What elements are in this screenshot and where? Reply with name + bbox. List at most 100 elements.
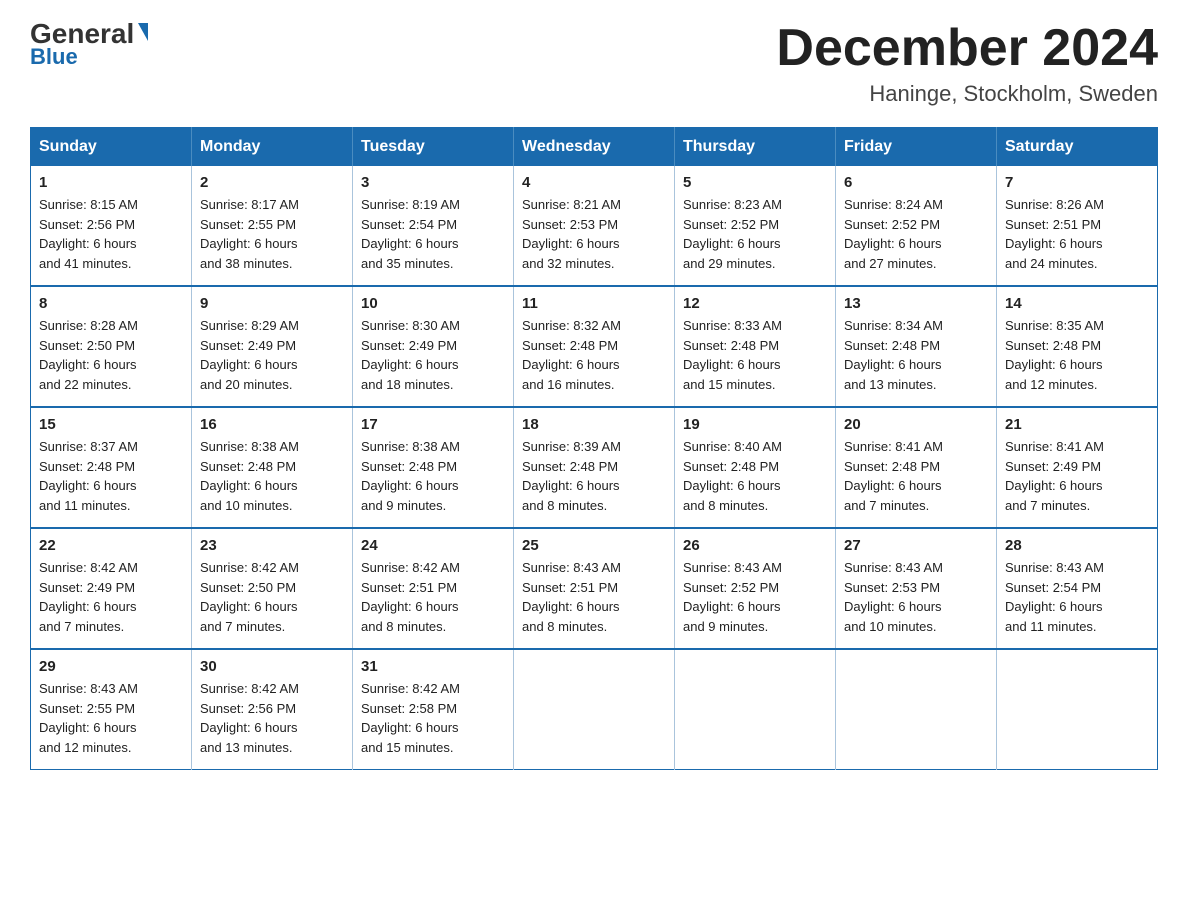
- calendar-week-row: 22 Sunrise: 8:42 AM Sunset: 2:49 PM Dayl…: [31, 528, 1158, 649]
- calendar-cell: 6 Sunrise: 8:24 AM Sunset: 2:52 PM Dayli…: [836, 166, 997, 286]
- calendar-cell: 7 Sunrise: 8:26 AM Sunset: 2:51 PM Dayli…: [997, 166, 1158, 286]
- calendar-week-row: 15 Sunrise: 8:37 AM Sunset: 2:48 PM Dayl…: [31, 407, 1158, 528]
- day-info: Sunrise: 8:15 AM Sunset: 2:56 PM Dayligh…: [39, 195, 183, 273]
- logo: General Blue: [30, 20, 148, 70]
- calendar-header-row: SundayMondayTuesdayWednesdayThursdayFrid…: [31, 128, 1158, 167]
- day-info: Sunrise: 8:33 AM Sunset: 2:48 PM Dayligh…: [683, 316, 827, 394]
- day-number: 3: [361, 174, 505, 191]
- calendar-cell: 3 Sunrise: 8:19 AM Sunset: 2:54 PM Dayli…: [353, 166, 514, 286]
- day-number: 15: [39, 416, 183, 433]
- day-number: 20: [844, 416, 988, 433]
- calendar-cell: 15 Sunrise: 8:37 AM Sunset: 2:48 PM Dayl…: [31, 407, 192, 528]
- day-number: 19: [683, 416, 827, 433]
- day-info: Sunrise: 8:42 AM Sunset: 2:50 PM Dayligh…: [200, 558, 344, 636]
- day-info: Sunrise: 8:34 AM Sunset: 2:48 PM Dayligh…: [844, 316, 988, 394]
- day-info: Sunrise: 8:38 AM Sunset: 2:48 PM Dayligh…: [200, 437, 344, 515]
- calendar-week-row: 8 Sunrise: 8:28 AM Sunset: 2:50 PM Dayli…: [31, 286, 1158, 407]
- calendar-cell: 27 Sunrise: 8:43 AM Sunset: 2:53 PM Dayl…: [836, 528, 997, 649]
- day-info: Sunrise: 8:42 AM Sunset: 2:51 PM Dayligh…: [361, 558, 505, 636]
- day-of-week-sunday: Sunday: [31, 128, 192, 167]
- logo-blue-text: Blue: [30, 44, 78, 70]
- calendar-cell: 24 Sunrise: 8:42 AM Sunset: 2:51 PM Dayl…: [353, 528, 514, 649]
- calendar-cell: 4 Sunrise: 8:21 AM Sunset: 2:53 PM Dayli…: [514, 166, 675, 286]
- day-number: 25: [522, 537, 666, 554]
- day-info: Sunrise: 8:37 AM Sunset: 2:48 PM Dayligh…: [39, 437, 183, 515]
- day-number: 17: [361, 416, 505, 433]
- day-of-week-friday: Friday: [836, 128, 997, 167]
- calendar-cell: [997, 649, 1158, 770]
- page-title: December 2024: [776, 20, 1158, 77]
- calendar-cell: 9 Sunrise: 8:29 AM Sunset: 2:49 PM Dayli…: [192, 286, 353, 407]
- day-number: 2: [200, 174, 344, 191]
- day-number: 31: [361, 658, 505, 675]
- day-info: Sunrise: 8:28 AM Sunset: 2:50 PM Dayligh…: [39, 316, 183, 394]
- calendar-cell: 25 Sunrise: 8:43 AM Sunset: 2:51 PM Dayl…: [514, 528, 675, 649]
- logo-triangle-icon: [138, 23, 148, 41]
- day-number: 29: [39, 658, 183, 675]
- calendar-cell: 8 Sunrise: 8:28 AM Sunset: 2:50 PM Dayli…: [31, 286, 192, 407]
- day-info: Sunrise: 8:35 AM Sunset: 2:48 PM Dayligh…: [1005, 316, 1149, 394]
- day-info: Sunrise: 8:40 AM Sunset: 2:48 PM Dayligh…: [683, 437, 827, 515]
- calendar-cell: 2 Sunrise: 8:17 AM Sunset: 2:55 PM Dayli…: [192, 166, 353, 286]
- day-info: Sunrise: 8:41 AM Sunset: 2:49 PM Dayligh…: [1005, 437, 1149, 515]
- calendar-cell: [514, 649, 675, 770]
- calendar-week-row: 1 Sunrise: 8:15 AM Sunset: 2:56 PM Dayli…: [31, 166, 1158, 286]
- calendar-cell: 19 Sunrise: 8:40 AM Sunset: 2:48 PM Dayl…: [675, 407, 836, 528]
- day-info: Sunrise: 8:21 AM Sunset: 2:53 PM Dayligh…: [522, 195, 666, 273]
- day-info: Sunrise: 8:17 AM Sunset: 2:55 PM Dayligh…: [200, 195, 344, 273]
- day-number: 10: [361, 295, 505, 312]
- calendar-cell: 26 Sunrise: 8:43 AM Sunset: 2:52 PM Dayl…: [675, 528, 836, 649]
- calendar-cell: 22 Sunrise: 8:42 AM Sunset: 2:49 PM Dayl…: [31, 528, 192, 649]
- day-info: Sunrise: 8:19 AM Sunset: 2:54 PM Dayligh…: [361, 195, 505, 273]
- day-number: 16: [200, 416, 344, 433]
- day-info: Sunrise: 8:39 AM Sunset: 2:48 PM Dayligh…: [522, 437, 666, 515]
- day-info: Sunrise: 8:43 AM Sunset: 2:55 PM Dayligh…: [39, 679, 183, 757]
- day-number: 8: [39, 295, 183, 312]
- day-of-week-monday: Monday: [192, 128, 353, 167]
- day-number: 12: [683, 295, 827, 312]
- day-number: 30: [200, 658, 344, 675]
- calendar-cell: 5 Sunrise: 8:23 AM Sunset: 2:52 PM Dayli…: [675, 166, 836, 286]
- calendar-cell: 18 Sunrise: 8:39 AM Sunset: 2:48 PM Dayl…: [514, 407, 675, 528]
- day-number: 7: [1005, 174, 1149, 191]
- day-of-week-thursday: Thursday: [675, 128, 836, 167]
- day-number: 26: [683, 537, 827, 554]
- calendar-cell: 12 Sunrise: 8:33 AM Sunset: 2:48 PM Dayl…: [675, 286, 836, 407]
- calendar-cell: 29 Sunrise: 8:43 AM Sunset: 2:55 PM Dayl…: [31, 649, 192, 770]
- calendar-cell: 21 Sunrise: 8:41 AM Sunset: 2:49 PM Dayl…: [997, 407, 1158, 528]
- day-number: 13: [844, 295, 988, 312]
- calendar-cell: [675, 649, 836, 770]
- day-number: 28: [1005, 537, 1149, 554]
- day-info: Sunrise: 8:30 AM Sunset: 2:49 PM Dayligh…: [361, 316, 505, 394]
- day-number: 11: [522, 295, 666, 312]
- calendar-cell: 20 Sunrise: 8:41 AM Sunset: 2:48 PM Dayl…: [836, 407, 997, 528]
- day-number: 22: [39, 537, 183, 554]
- day-info: Sunrise: 8:42 AM Sunset: 2:56 PM Dayligh…: [200, 679, 344, 757]
- calendar-cell: 28 Sunrise: 8:43 AM Sunset: 2:54 PM Dayl…: [997, 528, 1158, 649]
- page-header: General Blue December 2024 Haninge, Stoc…: [30, 20, 1158, 107]
- calendar-cell: 23 Sunrise: 8:42 AM Sunset: 2:50 PM Dayl…: [192, 528, 353, 649]
- day-number: 9: [200, 295, 344, 312]
- day-info: Sunrise: 8:43 AM Sunset: 2:52 PM Dayligh…: [683, 558, 827, 636]
- day-info: Sunrise: 8:38 AM Sunset: 2:48 PM Dayligh…: [361, 437, 505, 515]
- day-info: Sunrise: 8:43 AM Sunset: 2:53 PM Dayligh…: [844, 558, 988, 636]
- day-info: Sunrise: 8:23 AM Sunset: 2:52 PM Dayligh…: [683, 195, 827, 273]
- day-info: Sunrise: 8:41 AM Sunset: 2:48 PM Dayligh…: [844, 437, 988, 515]
- calendar-cell: 31 Sunrise: 8:42 AM Sunset: 2:58 PM Dayl…: [353, 649, 514, 770]
- day-number: 14: [1005, 295, 1149, 312]
- day-info: Sunrise: 8:42 AM Sunset: 2:49 PM Dayligh…: [39, 558, 183, 636]
- day-info: Sunrise: 8:24 AM Sunset: 2:52 PM Dayligh…: [844, 195, 988, 273]
- day-of-week-wednesday: Wednesday: [514, 128, 675, 167]
- day-of-week-saturday: Saturday: [997, 128, 1158, 167]
- day-info: Sunrise: 8:43 AM Sunset: 2:51 PM Dayligh…: [522, 558, 666, 636]
- day-number: 1: [39, 174, 183, 191]
- day-number: 24: [361, 537, 505, 554]
- calendar-cell: 11 Sunrise: 8:32 AM Sunset: 2:48 PM Dayl…: [514, 286, 675, 407]
- day-info: Sunrise: 8:42 AM Sunset: 2:58 PM Dayligh…: [361, 679, 505, 757]
- calendar-cell: 1 Sunrise: 8:15 AM Sunset: 2:56 PM Dayli…: [31, 166, 192, 286]
- page-subtitle: Haninge, Stockholm, Sweden: [776, 81, 1158, 107]
- calendar-cell: [836, 649, 997, 770]
- day-number: 4: [522, 174, 666, 191]
- day-info: Sunrise: 8:29 AM Sunset: 2:49 PM Dayligh…: [200, 316, 344, 394]
- day-info: Sunrise: 8:32 AM Sunset: 2:48 PM Dayligh…: [522, 316, 666, 394]
